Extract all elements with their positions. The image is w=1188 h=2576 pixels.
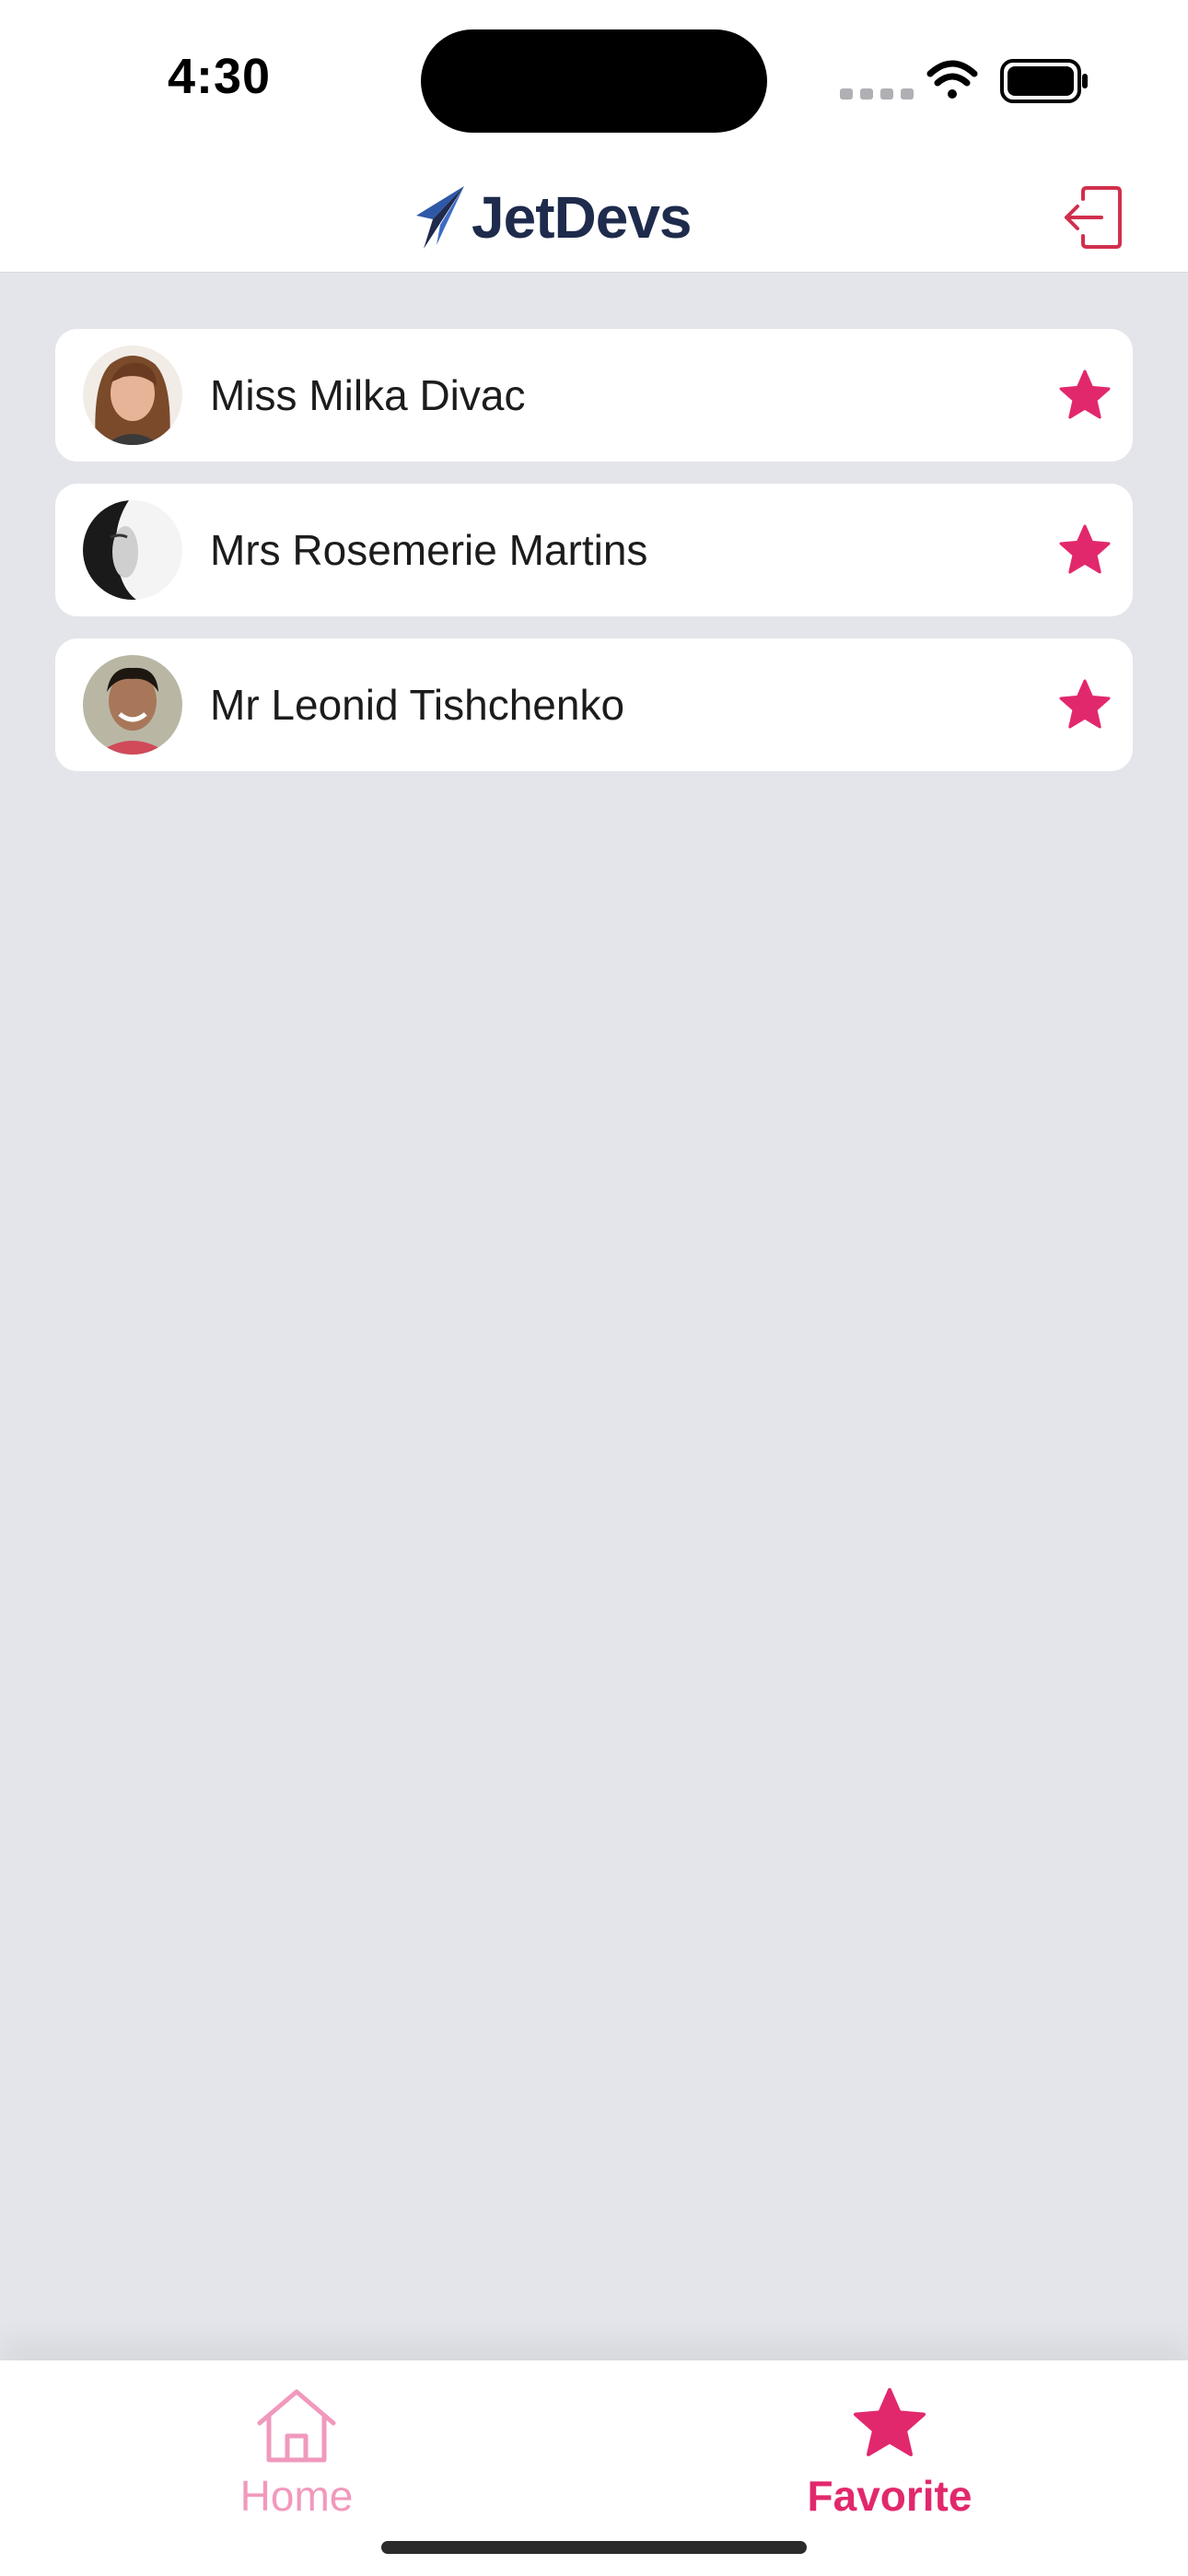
star-icon[interactable] — [1055, 366, 1114, 425]
logo-text: JetDevs — [472, 184, 692, 251]
home-indicator[interactable] — [381, 2541, 807, 2554]
user-name: Mrs Rosemerie Martins — [210, 526, 648, 574]
list-item[interactable]: Miss Milka Divac — [55, 329, 1133, 462]
avatar — [83, 345, 182, 445]
star-icon[interactable] — [1055, 675, 1114, 734]
tab-home-label: Home — [239, 2472, 354, 2520]
home-icon — [257, 2389, 336, 2463]
user-name: Mr Leonid Tishchenko — [210, 681, 625, 729]
tab-favorite-label: Favorite — [807, 2472, 973, 2520]
status-bar: 4:30 — [0, 0, 1188, 162]
avatar — [83, 500, 182, 600]
dynamic-island — [421, 29, 767, 133]
battery-icon — [1000, 59, 1088, 103]
user-name: Miss Milka Divac — [210, 371, 526, 419]
tab-favorite[interactable]: Favorite — [705, 2386, 1074, 2524]
avatar — [83, 655, 182, 755]
status-time: 4:30 — [168, 49, 272, 104]
jetdevs-logo: JetDevs — [413, 179, 692, 256]
favorites-screen: 4:30 JetDevs Miss Milka Divac Mrs Roseme… — [0, 0, 1188, 2576]
star-icon — [854, 2388, 926, 2456]
jet-arrow-icon — [416, 186, 464, 249]
wifi-icon — [926, 60, 978, 99]
favorites-list: Miss Milka Divac Mrs Rosemerie Martins M… — [55, 329, 1133, 793]
app-header: JetDevs — [0, 162, 1188, 273]
cellular-signal-icon — [840, 88, 914, 100]
list-item[interactable]: Mr Leonid Tishchenko — [55, 638, 1133, 771]
list-item[interactable]: Mrs Rosemerie Martins — [55, 484, 1133, 616]
tab-home[interactable]: Home — [112, 2386, 481, 2524]
logout-icon[interactable] — [1061, 184, 1127, 251]
status-icons — [840, 59, 1088, 103]
star-icon[interactable] — [1055, 521, 1114, 580]
